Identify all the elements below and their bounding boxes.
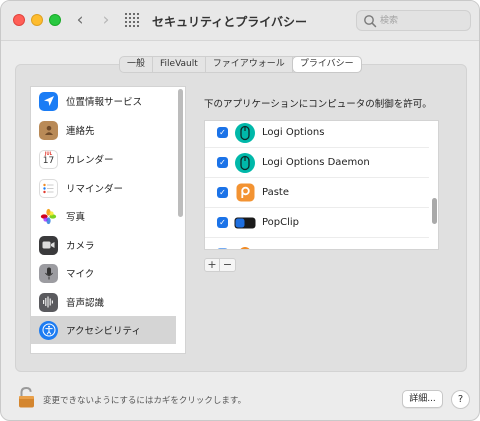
app-row-paste[interactable]: ✓ Paste [205,178,429,208]
detail-description: 下のアプリケーションにコンピュータの制御を許可。 [204,99,432,110]
app-label: Logi Options Daemon [262,157,370,168]
popclip-icon [234,212,256,234]
paste-app-icon [234,182,256,204]
privacy-category-list: 位置情報サービス 連絡先 JUL 17 カレンダー リマインダー 写真 カメラ … [30,86,186,354]
sidebar-item-label: リマインダー [66,184,124,195]
sidebar-item-label: カメラ [66,241,95,252]
camera-icon [39,235,58,255]
sidebar-item-camera[interactable]: カメラ [31,231,176,259]
microphone-icon [39,263,58,283]
sidebar-item-accessibility[interactable]: アクセシビリティ [31,316,176,344]
logi-options-daemon-checkbox[interactable]: ✓ [217,157,228,168]
sidebar-item-label: マイク [66,269,95,280]
location-arrow-icon [39,91,58,111]
partial-row-checkbox[interactable] [217,247,228,249]
sidebar-item-microphone[interactable]: マイク [31,259,176,287]
sidebar-scrollbar[interactable] [178,89,183,217]
sidebar-item-label: 音声認識 [66,298,105,309]
speech-recognition-icon [39,292,58,312]
details-button[interactable]: 詳細... [402,390,443,408]
app-row-logi-options[interactable]: ✓ Logi Options [205,121,429,148]
logi-options-checkbox[interactable]: ✓ [217,127,228,138]
security-privacy-window: ‹ › セキュリティとプライバシー 一般 FileVault ファイアウォール … [0,0,480,421]
tab-general[interactable]: 一般 [120,57,154,72]
add-app-button[interactable]: + [205,259,220,271]
app-label: PopClip [262,217,300,228]
sidebar-item-calendar[interactable]: JUL 17 カレンダー [31,145,176,173]
reminders-icon [39,178,58,198]
calendar-icon: JUL 17 [39,149,58,169]
app-row-popclip[interactable]: ✓ PopClip [205,208,429,238]
tab-privacy[interactable]: プライバシー [292,57,361,72]
remove-app-button[interactable]: − [220,259,235,271]
app-row-partial[interactable] [205,238,429,249]
sidebar-item-label: 連絡先 [66,126,95,137]
paste-checkbox[interactable]: ✓ [217,187,228,198]
sidebar-item-location-services[interactable]: 位置情報サービス [31,87,176,115]
sidebar-item-label: カレンダー [66,155,114,166]
sidebar-item-label: アクセシビリティ [66,326,141,337]
window-title: セキュリティとプライバシー [152,15,308,29]
lock-icon[interactable] [18,386,35,408]
title-bar: ‹ › セキュリティとプライバシー [1,1,479,41]
contacts-icon [39,120,58,140]
partial-app-icon [234,242,256,249]
tab-firewall[interactable]: ファイアウォール [206,57,293,72]
sidebar-item-label: 写真 [66,212,86,223]
tab-bar: 一般 FileVault ファイアウォール プライバシー [119,56,362,73]
zoom-button[interactable] [49,14,61,26]
sidebar-item-speech-recognition[interactable]: 音声認識 [31,288,176,316]
popclip-checkbox[interactable]: ✓ [217,217,228,228]
close-button[interactable] [13,14,25,26]
app-label: Paste [262,187,289,198]
show-all-grid-icon[interactable] [125,13,139,27]
allowed-apps-list: ✓ Logi Options ✓ Logi Options Daemon ✓ P… [204,120,439,250]
accessibility-icon [39,320,58,340]
app-row-logi-options-daemon[interactable]: ✓ Logi Options Daemon [205,148,429,178]
add-remove-control: + − [204,258,236,272]
app-list-scrollbar[interactable] [432,198,437,224]
tab-filevault[interactable]: FileVault [153,57,206,72]
minimize-button[interactable] [31,14,43,26]
search-icon [364,15,377,28]
sidebar-item-label: 位置情報サービス [66,97,143,108]
help-button[interactable]: ? [451,390,470,409]
calendar-day: 17 [42,155,55,166]
forward-chevron-icon[interactable]: › [97,10,115,30]
search-input[interactable] [380,13,465,28]
photos-icon [39,206,58,226]
logi-options-daemon-icon [234,152,256,174]
search-field[interactable] [356,10,471,31]
logi-options-icon [234,122,256,144]
sidebar-item-reminders[interactable]: リマインダー [31,174,176,202]
back-chevron-icon[interactable]: ‹ [71,10,89,30]
sidebar-item-contacts[interactable]: 連絡先 [31,116,176,144]
app-label: Logi Options [262,127,325,138]
sidebar-item-photos[interactable]: 写真 [31,202,176,230]
lock-description: 変更できないようにするにはカギをクリックします。 [43,396,247,406]
